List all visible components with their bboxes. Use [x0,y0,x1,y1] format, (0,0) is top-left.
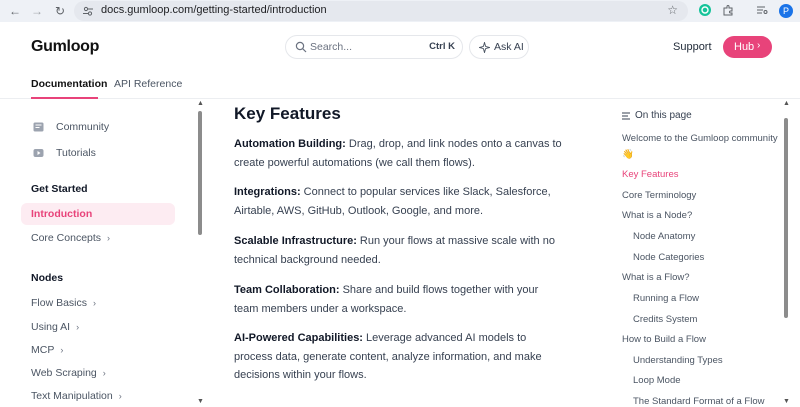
toc-scrollbar[interactable] [784,118,788,318]
sidebar-item-label: Core Concepts [31,232,102,244]
chevron-right-icon: › [757,40,761,51]
feature-title: Scalable Infrastructure: [234,235,357,247]
tab-api-reference[interactable]: API Reference [114,78,182,90]
site-info-icon[interactable] [82,5,94,17]
toc-subitem[interactable]: Running a Flow [633,293,699,304]
sparkle-icon [479,42,490,53]
list-icon [622,112,630,120]
main-content: Key Features Automation Building: Drag, … [207,99,607,407]
bookmark-star-icon[interactable]: ☆ [667,3,678,17]
sidebar-item-mcp[interactable]: MCP › [31,344,63,356]
grammarly-extension-icon[interactable] [699,4,711,16]
scroll-down-icon[interactable]: ▼ [197,398,204,405]
section-heading: Key Features [234,104,341,123]
back-icon[interactable]: ← [8,4,22,18]
chevron-right-icon: › [118,391,122,401]
ask-ai-button[interactable]: Ask AI [469,35,529,59]
sidebar-item-core-concepts[interactable]: Core Concepts › [31,232,110,244]
youtube-icon [33,149,44,157]
toc-item[interactable]: Welcome to the Gumloop community [622,133,778,144]
sidebar-item-community[interactable]: Community [56,121,109,133]
hub-label: Hub [734,41,755,53]
chevron-right-icon: › [102,368,106,378]
sidebar-item-tutorials[interactable]: Tutorials [56,147,96,159]
profile-avatar[interactable]: P [779,4,793,18]
site-header: Gumloop Search... Ctrl K Ask AI Support … [0,22,800,72]
sidebar-item-label: Text Manipulation [31,390,113,402]
chevron-right-icon: › [60,345,64,355]
chevron-right-icon: › [93,298,97,308]
sidebar-item-web-scraping[interactable]: Web Scraping › [31,367,106,379]
feature-paragraph: Integrations: Connect to popular service… [234,183,564,220]
toc-subitem[interactable]: Node Categories [633,252,704,263]
search-shortcut: Ctrl K [429,41,455,52]
feature-title: Automation Building: [234,138,346,150]
toc-item[interactable]: What is a Node? [622,210,692,221]
ask-ai-label: Ask AI [494,41,524,53]
feature-paragraph: Team Collaboration: Share and build flow… [234,281,564,318]
toc-heading: On this page [635,110,692,121]
sidebar-item-introduction[interactable]: Introduction [21,203,175,225]
tab-search-icon[interactable] [756,4,768,16]
toc-subitem[interactable]: Credits System [633,314,697,325]
feature-title: Integrations: [234,186,301,198]
browser-toolbar: ← → ↻ docs.gumloop.com/getting-started/i… [0,0,800,22]
toc-subitem[interactable]: The Standard Format of a Flow [633,396,764,407]
sidebar-item-flow-basics[interactable]: Flow Basics › [31,297,96,309]
search-icon [295,41,307,53]
feature-paragraph: Scalable Infrastructure: Run your flows … [234,232,564,269]
toc-item-active[interactable]: Key Features [622,169,679,180]
hub-button[interactable]: Hub › [723,36,772,58]
feature-paragraph: Automation Building: Drag, drop, and lin… [234,135,564,172]
address-bar[interactable]: docs.gumloop.com/getting-started/introdu… [74,1,688,21]
chevron-right-icon: › [107,233,111,243]
sidebar-item-text-manipulation[interactable]: Text Manipulation › [31,390,122,402]
community-icon [33,122,44,132]
feature-paragraph: AI-Powered Capabilities: Leverage advanc… [234,329,564,385]
forward-icon[interactable]: → [30,4,44,18]
feature-title: Team Collaboration: [234,284,340,296]
toc-item[interactable]: What is a Flow? [622,272,690,283]
tab-documentation[interactable]: Documentation [31,78,107,90]
sidebar-item-label: MCP [31,344,55,356]
toc-subitem[interactable]: Loop Mode [633,375,681,386]
sidebar-item-label: Flow Basics [31,297,88,309]
scroll-up-icon[interactable]: ▲ [783,100,790,107]
toc-item[interactable]: Core Terminology [622,190,696,201]
search-input[interactable]: Search... Ctrl K [285,35,463,59]
scroll-up-icon[interactable]: ▲ [197,100,204,107]
sidebar-item-using-ai[interactable]: Using AI › [31,321,79,333]
sidebar-item-label: Using AI [31,321,71,333]
sidebar-item-label: Web Scraping [31,367,97,379]
sidebar-group-nodes: Nodes [31,272,64,284]
sidebar-item-label: Introduction [31,208,93,220]
on-this-page-toc: On this page Welcome to the Gumloop comm… [612,99,792,407]
feature-title: AI-Powered Capabilities: [234,332,363,344]
toc-item[interactable]: How to Build a Flow [622,334,706,345]
gumloop-logo[interactable]: Gumloop [31,38,99,56]
docs-tabs: Documentation API Reference [0,72,800,99]
sidebar-nav: Community Tutorials Get Started Introduc… [0,99,205,407]
search-placeholder: Search... [310,41,353,53]
scroll-down-icon[interactable]: ▼ [783,398,790,405]
extensions-puzzle-icon[interactable] [722,4,734,16]
chevron-right-icon: › [76,322,80,332]
url-text[interactable]: docs.gumloop.com/getting-started/introdu… [101,4,327,16]
toc-item[interactable]: 👋 [622,149,634,160]
support-link[interactable]: Support [673,41,712,53]
toc-subitem[interactable]: Node Anatomy [633,231,695,242]
toc-subitem[interactable]: Understanding Types [633,355,723,366]
reload-icon[interactable]: ↻ [53,4,67,18]
sidebar-group-get-started: Get Started [31,183,88,195]
sidebar-scrollbar[interactable] [198,111,202,235]
